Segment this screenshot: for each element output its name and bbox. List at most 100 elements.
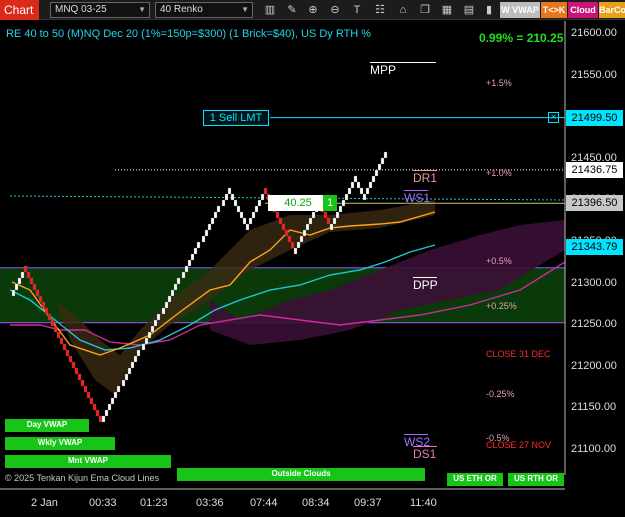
up-brick: [374, 169, 379, 177]
up-brick: [338, 205, 343, 213]
us-rth-or-button[interactable]: US RTH OR: [508, 473, 564, 486]
up-brick: [341, 199, 346, 207]
position-quantity[interactable]: 1: [323, 195, 337, 212]
up-brick: [350, 181, 355, 189]
price-tick-label: 21300.00: [571, 276, 617, 289]
down-brick: [53, 325, 58, 333]
up-brick: [167, 295, 172, 303]
up-brick: [239, 211, 244, 219]
up-brick: [299, 235, 304, 243]
price-marker: 21396.50: [566, 195, 623, 212]
text-icon[interactable]: T: [350, 3, 364, 17]
down-brick: [71, 361, 76, 369]
up-brick: [110, 397, 115, 405]
down-brick: [284, 229, 289, 237]
chart-type-icon[interactable]: ▤: [462, 3, 476, 17]
grid-icon[interactable]: ▦: [440, 3, 454, 17]
drop-icon[interactable]: ▮: [482, 3, 496, 17]
down-brick: [29, 277, 34, 285]
pivot-level-dpp: DPP: [413, 276, 438, 292]
up-brick: [359, 187, 364, 195]
cloud-button[interactable]: Cloud: [568, 2, 598, 18]
up-brick: [227, 187, 232, 195]
down-brick: [86, 391, 91, 399]
up-brick: [17, 277, 22, 285]
down-brick: [77, 373, 82, 381]
instrument-selector[interactable]: MNQ 03-25 ▼: [50, 2, 150, 18]
monthly-vwap-button[interactable]: Mnt VWAP: [5, 455, 171, 468]
up-brick: [107, 403, 112, 411]
up-brick: [193, 247, 198, 255]
pivot-level-dr1: DR1: [413, 170, 438, 186]
up-brick: [147, 331, 152, 339]
up-brick: [368, 181, 373, 189]
down-brick: [32, 283, 37, 291]
percent-level-label: -0.25%: [486, 389, 515, 400]
price-marker: 21499.50: [566, 109, 623, 126]
up-brick: [371, 175, 376, 183]
toolbar: Chart MNQ 03-25 ▼ 40 Renko ▼ ▥ ✎ ⊕ ⊖ T ☷ ⌂…: [0, 0, 625, 20]
up-brick: [116, 385, 121, 393]
close-icon[interactable]: ×: [548, 111, 559, 123]
up-brick: [383, 151, 388, 159]
position-pnl[interactable]: 40.25: [268, 195, 328, 212]
up-brick: [260, 193, 265, 201]
tenkan-kijun-button[interactable]: T<>K: [541, 2, 567, 18]
down-brick: [92, 403, 97, 411]
up-brick: [329, 223, 334, 231]
sell-limit-order[interactable]: 1 Sell LMT: [203, 109, 269, 126]
up-brick: [233, 199, 238, 207]
barco-button[interactable]: BarCo: [599, 2, 625, 18]
w-vwap-button[interactable]: W VWAP: [500, 2, 540, 18]
properties-icon[interactable]: ☷: [373, 3, 387, 17]
price-tick-label: 21250.00: [571, 318, 617, 331]
day-vwap-button[interactable]: Day VWAP: [5, 419, 89, 432]
up-brick: [127, 367, 132, 375]
price-tick-label: 21200.00: [571, 359, 617, 372]
period-value: 40 Renko: [160, 4, 203, 15]
price-tick-label: 21150.00: [571, 401, 617, 414]
up-brick: [133, 355, 138, 363]
up-brick: [308, 217, 313, 225]
chevron-down-icon: ▼: [138, 5, 146, 14]
up-brick: [332, 217, 337, 225]
price-marker: 21343.79: [566, 239, 623, 256]
up-brick: [236, 205, 241, 213]
up-brick: [156, 313, 161, 321]
bar-chart-icon[interactable]: ▥: [263, 3, 277, 17]
up-brick: [207, 223, 212, 231]
down-brick: [50, 319, 55, 327]
weekly-vwap-button[interactable]: Wkly VWAP: [5, 437, 115, 450]
percent-level-label: CLOSE 27 NOV: [486, 439, 552, 450]
time-tick-label: 11:40: [410, 497, 437, 509]
up-brick: [296, 241, 301, 249]
lock-icon[interactable]: ⌂: [396, 3, 410, 17]
down-brick: [89, 397, 94, 405]
outside-clouds-button[interactable]: Outside Clouds: [177, 468, 425, 481]
copy-icon[interactable]: ❐: [418, 3, 432, 17]
down-brick: [59, 337, 64, 345]
up-brick: [254, 205, 259, 213]
up-brick: [251, 211, 256, 219]
price-tick-label: 21100.00: [571, 443, 617, 455]
up-brick: [121, 379, 126, 387]
zoom-out-icon[interactable]: ⊖: [328, 3, 342, 17]
up-brick: [230, 193, 235, 201]
price-marker: 21436.75: [566, 161, 623, 178]
up-brick: [184, 265, 189, 273]
down-brick: [278, 217, 283, 225]
up-brick: [104, 409, 109, 417]
up-brick: [14, 283, 19, 291]
percent-level-label: +0.25%: [486, 300, 517, 311]
zoom-in-icon[interactable]: ⊕: [306, 3, 320, 17]
down-brick: [23, 265, 28, 273]
pivot-level-ws1: WS1: [404, 190, 431, 206]
pencil-icon[interactable]: ✎: [285, 3, 299, 17]
us-eth-or-button[interactable]: US ETH OR: [447, 473, 503, 486]
up-brick: [173, 283, 178, 291]
down-brick: [326, 217, 331, 225]
period-selector[interactable]: 40 Renko ▼: [155, 2, 253, 18]
chart-tab[interactable]: Chart: [0, 0, 39, 20]
copyright-text: © 2025 Tenkan Kijun Ema Cloud Lines: [5, 473, 160, 483]
up-brick: [380, 157, 385, 165]
